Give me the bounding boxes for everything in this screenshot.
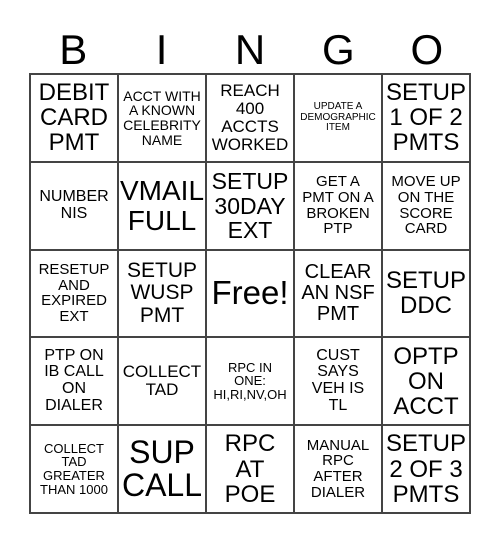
bingo-cell[interactable]: SETUP DDC bbox=[382, 249, 470, 338]
bingo-header: B I N G O bbox=[29, 28, 471, 72]
bingo-cell[interactable]: DEBIT CARD PMT bbox=[30, 74, 118, 162]
header-letter-n: N bbox=[234, 26, 266, 73]
header-letter-o: O bbox=[410, 26, 444, 73]
bingo-cell[interactable]: ACCT WITH A KNOWN CELEBRITY NAME bbox=[118, 74, 206, 162]
free-space-cell[interactable]: Free! bbox=[206, 249, 294, 338]
header-letter-i: I bbox=[155, 26, 168, 73]
bingo-cell[interactable]: RESETUP AND EXPIRED EXT bbox=[30, 249, 118, 338]
bingo-cell[interactable]: MANUAL RPC AFTER DIALER bbox=[294, 425, 382, 513]
header-letter-b: B bbox=[59, 26, 88, 73]
bingo-cell[interactable]: RPC AT POE bbox=[206, 425, 294, 513]
bingo-cell[interactable]: REACH 400 ACCTS WORKED bbox=[206, 74, 294, 162]
bingo-cell[interactable]: SUP CALL bbox=[118, 425, 206, 513]
bingo-cell[interactable]: COLLECT TAD GREATER THAN 1000 bbox=[30, 425, 118, 513]
bingo-cell[interactable]: PTP ON IB CALL ON DIALER bbox=[30, 337, 118, 426]
bingo-cell[interactable]: RPC IN ONE: HI,RI,NV,OH bbox=[206, 337, 294, 426]
bingo-cell[interactable]: SETUP 1 OF 2 PMTS bbox=[382, 74, 470, 162]
bingo-cell[interactable]: GET A PMT ON A BROKEN PTP bbox=[294, 161, 382, 250]
header-letter-g: G bbox=[322, 26, 355, 73]
bingo-cell[interactable]: SETUP WUSP PMT bbox=[118, 249, 206, 338]
bingo-cell[interactable]: OPTP ON ACCT bbox=[382, 337, 470, 426]
bingo-cell[interactable]: MOVE UP ON THE SCORE CARD bbox=[382, 161, 470, 250]
bingo-cell[interactable]: SETUP 30DAY EXT bbox=[206, 161, 294, 250]
bingo-card-grid: DEBIT CARD PMT ACCT WITH A KNOWN CELEBRIT… bbox=[29, 73, 471, 514]
bingo-cell[interactable]: COLLECT TAD bbox=[118, 337, 206, 426]
bingo-cell[interactable]: VMAIL FULL bbox=[118, 161, 206, 250]
bingo-cell[interactable]: CUST SAYS VEH IS TL bbox=[294, 337, 382, 426]
bingo-cell[interactable]: CLEAR AN NSF PMT bbox=[294, 249, 382, 338]
bingo-cell[interactable]: UPDATE A DEMOGRAPHIC ITEM bbox=[294, 74, 382, 162]
bingo-cell[interactable]: SETUP 2 OF 3 PMTS bbox=[382, 425, 470, 513]
bingo-cell[interactable]: NUMBER NIS bbox=[30, 161, 118, 250]
